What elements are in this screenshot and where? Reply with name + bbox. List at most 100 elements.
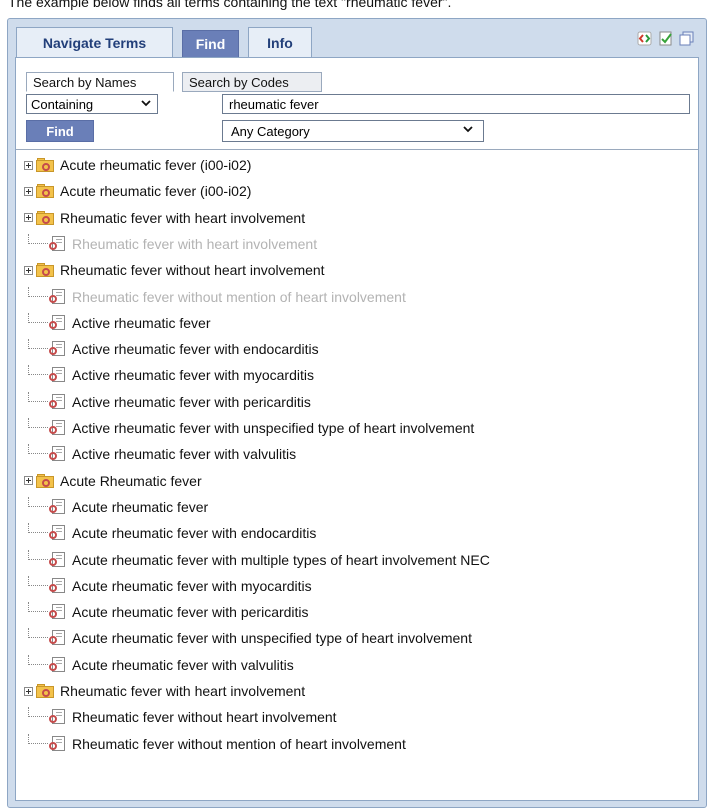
tree-item-label: Acute rheumatic fever with valvulitis — [72, 656, 294, 673]
document-icon — [48, 314, 66, 331]
tree-connector — [28, 233, 48, 244]
chevron-down-icon — [141, 100, 151, 107]
document-icon — [48, 525, 66, 541]
tree-connector — [28, 444, 48, 455]
tree-item[interactable]: Rheumatic fever without heart involvemen… — [16, 257, 325, 283]
tree-connector — [28, 418, 48, 428]
tree-item-label: Acute rheumatic fever with pericarditis — [72, 604, 309, 621]
tree-item-label: Acute rheumatic fever with multiple type… — [72, 551, 490, 568]
tree-connector — [28, 575, 48, 586]
tree-item[interactable]: Rheumatic fever with heart involvement — [16, 205, 305, 231]
tree-item[interactable]: Acute rheumatic fever with multiple type… — [16, 547, 490, 573]
tree-item[interactable]: Active rheumatic fever with pericarditis — [16, 389, 311, 415]
category-select[interactable]: Any Category — [222, 120, 484, 142]
tree-item-label: Acute rheumatic fever (i00-i02) — [60, 183, 252, 200]
tree-item[interactable]: Acute rheumatic fever (i00-i02) — [16, 178, 251, 204]
tab-info[interactable]: Info — [248, 27, 312, 57]
tree-connector — [28, 391, 48, 402]
document-icon — [48, 656, 66, 673]
expand-icon[interactable] — [24, 186, 33, 196]
search-query-text: rheumatic fever — [229, 96, 319, 112]
document-icon — [48, 604, 66, 620]
expand-icon[interactable] — [24, 213, 33, 223]
tree-item-label: Rheumatic fever without heart involvemen… — [60, 262, 325, 279]
tree-item-label: Acute rheumatic fever with endocarditis — [72, 525, 317, 542]
document-icon — [48, 709, 66, 725]
tab-find[interactable]: Find — [182, 30, 239, 57]
tree-item[interactable]: Rheumatic fever without mention of heart… — [16, 284, 406, 310]
tree-item-label: Acute rheumatic fever with myocarditis — [72, 577, 312, 594]
document-icon — [48, 235, 66, 252]
tree-item-label: Rheumatic fever with heart involvement — [72, 235, 318, 252]
tree-item[interactable]: Acute rheumatic fever with myocarditis — [16, 573, 312, 599]
tree-item[interactable]: Acute rheumatic fever with unspecified t… — [16, 625, 472, 651]
term-browser-panel: Navigate Terms Find Info Search by Names… — [7, 18, 707, 808]
tree-item[interactable]: Acute rheumatic fever — [16, 494, 208, 520]
folder-icon — [36, 210, 54, 225]
tree-item[interactable]: Rheumatic fever without heart involvemen… — [16, 704, 337, 730]
document-icon — [48, 288, 66, 305]
tree-item[interactable]: Active rheumatic fever with unspecified … — [16, 415, 474, 441]
document-icon — [48, 393, 66, 410]
folder-icon — [36, 263, 54, 278]
tree-item-label: Active rheumatic fever with endocarditis — [72, 341, 319, 358]
tree-item[interactable]: Active rheumatic fever with valvulitis — [16, 441, 296, 467]
document-icon — [48, 341, 66, 357]
tree-connector — [28, 286, 48, 297]
tree-item-label: Active rheumatic fever with pericarditis — [72, 393, 311, 410]
tree-item[interactable]: Acute Rheumatic fever — [16, 468, 202, 494]
document-icon — [48, 367, 66, 383]
expand-icon[interactable] — [24, 265, 33, 275]
folder-icon — [36, 184, 54, 199]
tree-item-label: Active rheumatic fever with myocarditis — [72, 367, 314, 384]
match-mode-select[interactable]: Containing — [26, 94, 158, 114]
toolbar-icons — [637, 31, 694, 46]
tree-connector — [28, 312, 48, 323]
tree-item-label: Rheumatic fever without heart involvemen… — [72, 709, 337, 726]
tree-item[interactable]: Acute rheumatic fever with endocarditis — [16, 520, 316, 546]
tree-item-label: Rheumatic fever without mention of heart… — [72, 735, 406, 752]
check-document-icon[interactable] — [658, 31, 673, 46]
tree-item-label: Active rheumatic fever — [72, 314, 211, 331]
window-icon[interactable] — [679, 31, 694, 46]
tree-connector — [28, 496, 48, 507]
tree-item[interactable]: Active rheumatic fever — [16, 310, 211, 336]
tree-connector — [28, 549, 48, 560]
tree-item[interactable]: Acute rheumatic fever with pericarditis — [16, 599, 309, 625]
expand-icon[interactable] — [24, 686, 33, 696]
tree-item[interactable]: Active rheumatic fever with myocarditis — [16, 362, 314, 388]
find-button[interactable]: Find — [26, 120, 94, 142]
tab-search-by-names[interactable]: Search by Names — [26, 72, 174, 92]
match-mode-value: Containing — [31, 96, 94, 112]
tree-item[interactable]: Rheumatic fever with heart involvement — [16, 231, 317, 257]
folder-icon — [36, 684, 54, 698]
expand-icon[interactable] — [24, 160, 33, 170]
document-icon — [48, 498, 66, 515]
tree-item-label: Acute rheumatic fever (i00-i02) — [60, 157, 252, 173]
expand-icon[interactable] — [24, 476, 33, 486]
tree-item[interactable]: Rheumatic fever without mention of heart… — [16, 731, 406, 757]
code-toggle-icon[interactable] — [637, 31, 652, 46]
tree-item[interactable]: Acute rheumatic fever (i00-i02) — [16, 152, 251, 178]
chevron-down-icon — [463, 126, 473, 133]
tree-connector — [28, 733, 48, 744]
tree-item[interactable]: Active rheumatic fever with endocarditis — [16, 336, 319, 362]
document-icon — [48, 630, 66, 646]
divider — [16, 149, 698, 150]
folder-icon — [36, 473, 54, 488]
category-value: Any Category — [231, 123, 310, 139]
document-icon — [48, 551, 66, 568]
tree-connector — [28, 339, 48, 350]
page-caption: The example below finds all terms contai… — [8, 0, 452, 10]
tree-item[interactable]: Acute rheumatic fever with valvulitis — [16, 652, 294, 678]
tree-connector — [28, 654, 48, 665]
tree-connector — [28, 523, 48, 534]
tree-item-label: Active rheumatic fever with unspecified … — [72, 420, 475, 436]
search-input[interactable]: rheumatic fever — [222, 94, 690, 114]
tab-navigate-terms[interactable]: Navigate Terms — [16, 27, 173, 57]
document-icon — [48, 735, 66, 752]
tree-item[interactable]: Rheumatic fever with heart involvement — [16, 678, 305, 704]
tree-connector — [28, 707, 48, 718]
find-panel: Search by Names Search by Codes Containi… — [15, 57, 699, 801]
tab-search-by-codes[interactable]: Search by Codes — [182, 72, 322, 92]
